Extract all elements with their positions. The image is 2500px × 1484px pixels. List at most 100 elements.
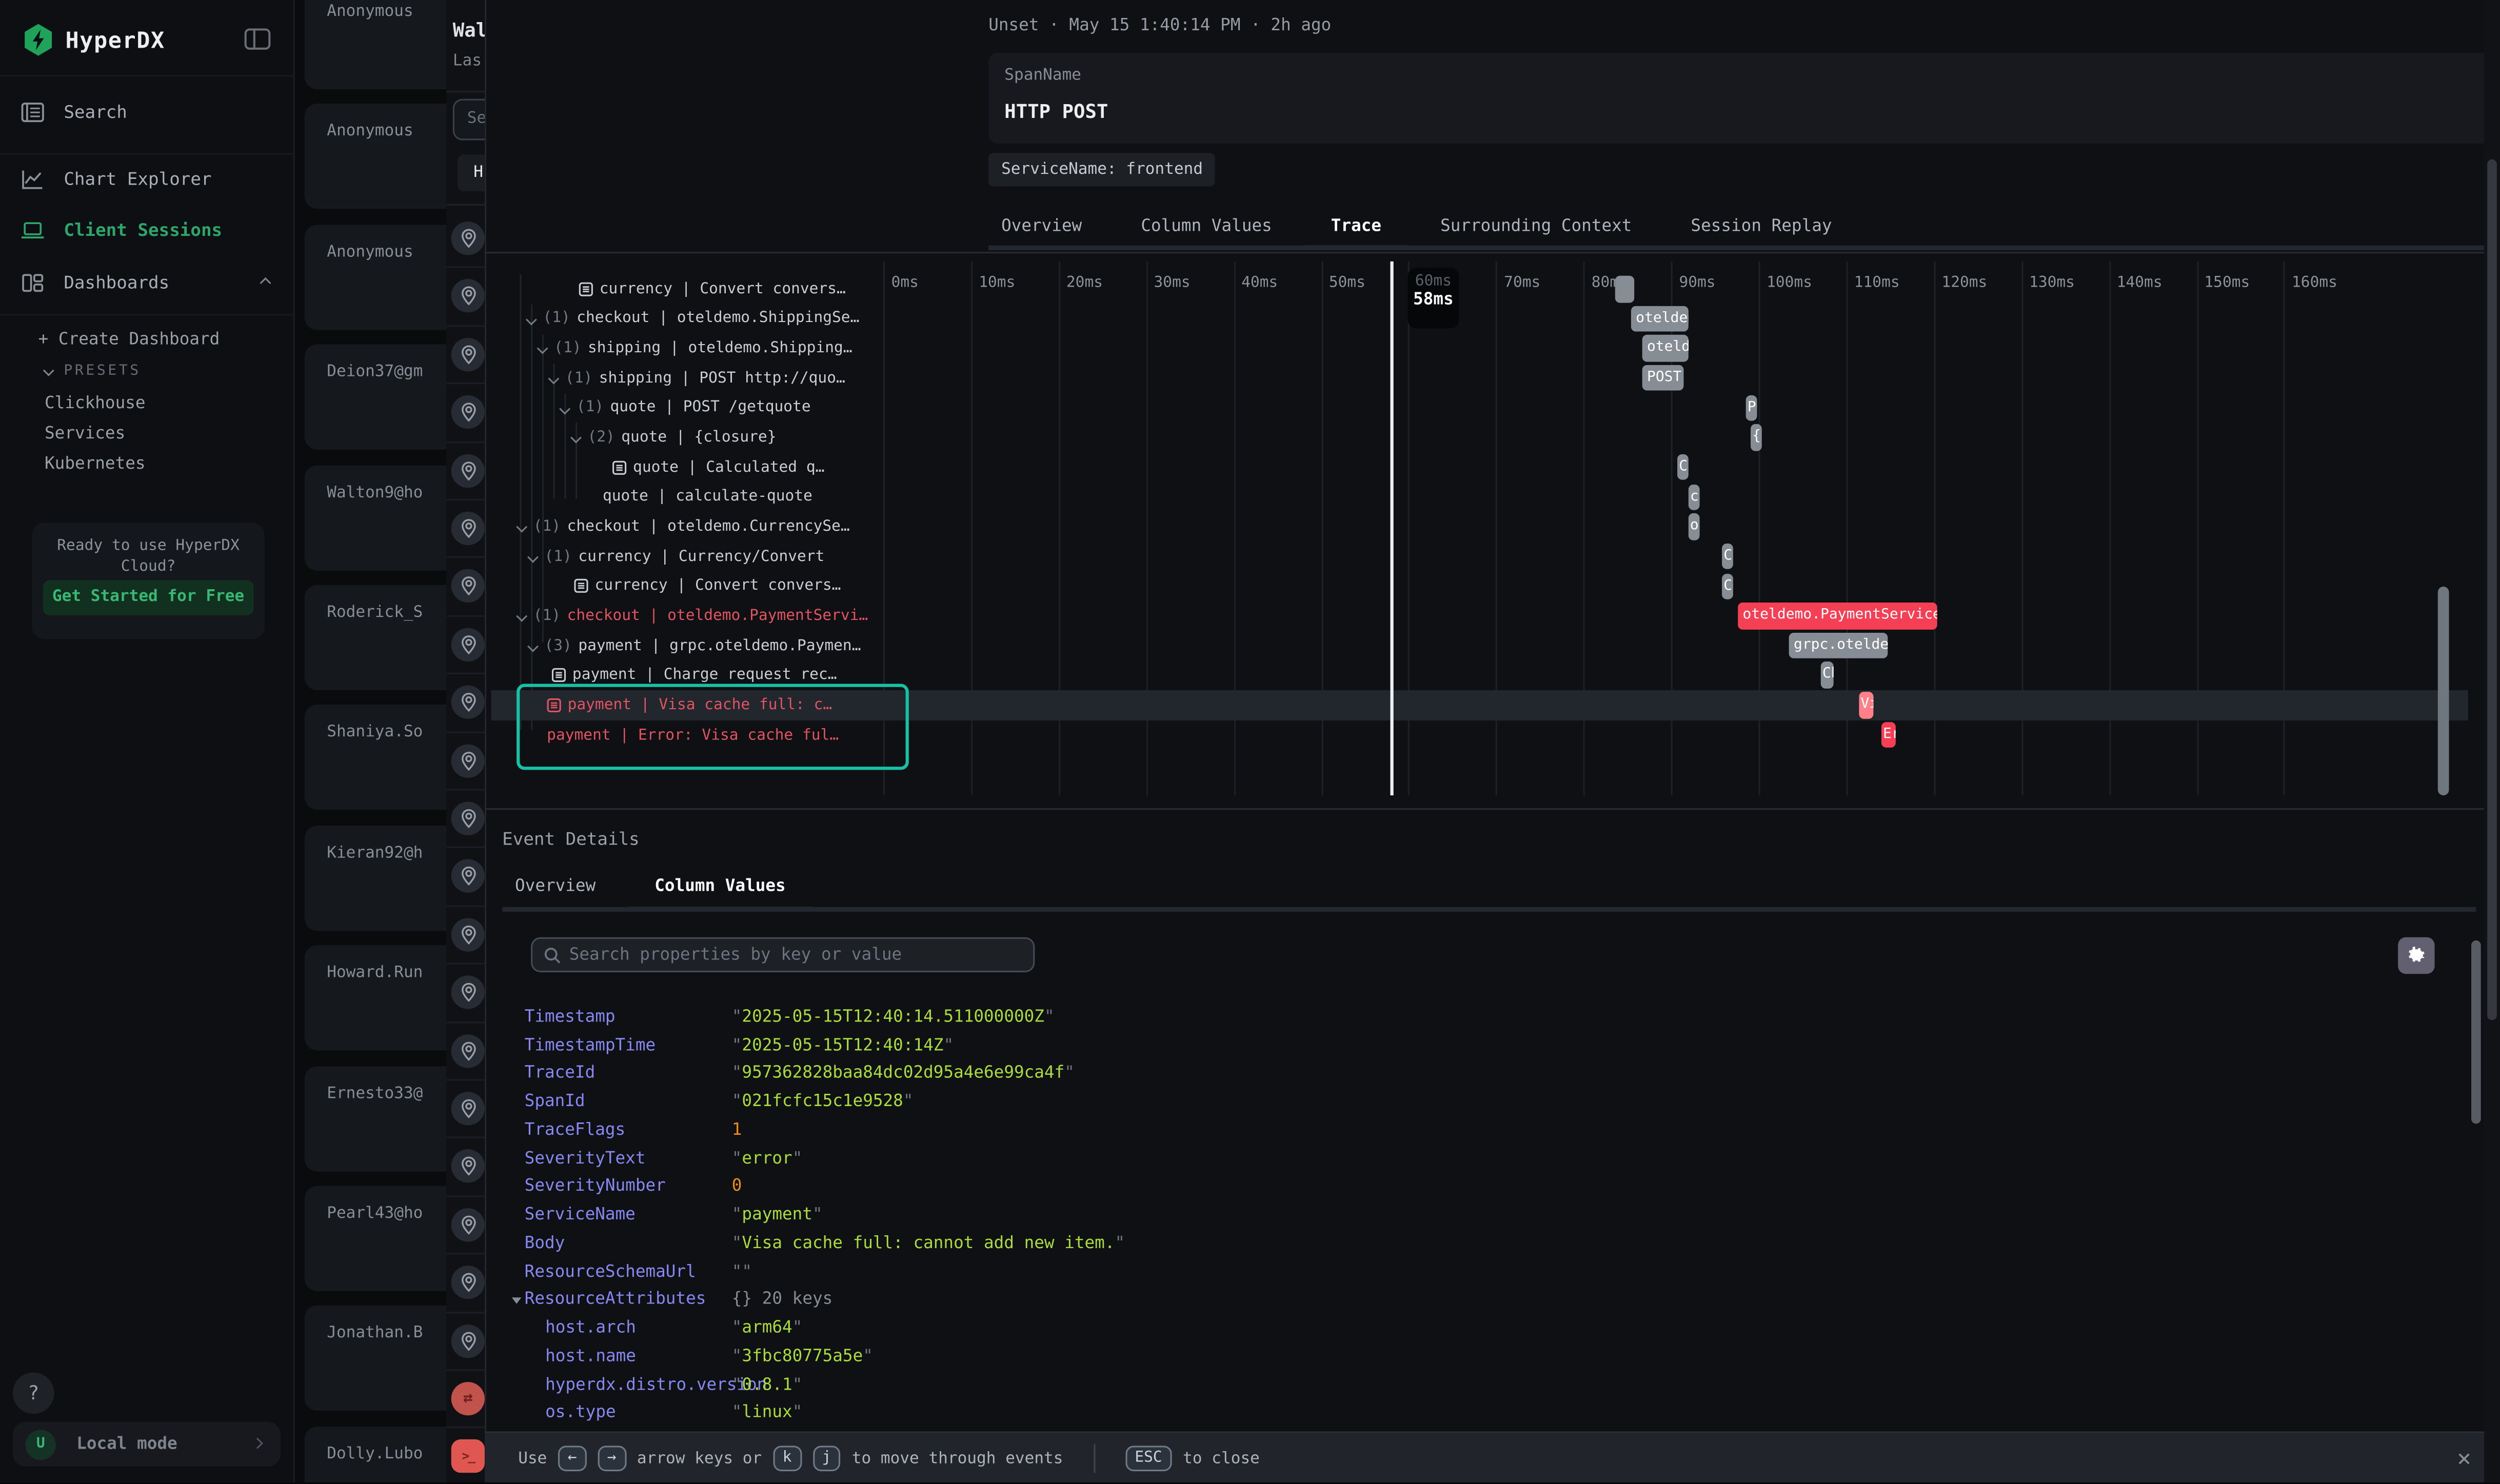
session-list-item[interactable]: Shaniya.So [305,705,447,810]
span-duration-bar[interactable]: POST /getquote [1746,395,1757,421]
location-pin-icon[interactable] [451,802,485,835]
tab-surrounding-context[interactable]: Surrounding Context [1440,201,1632,250]
keycap-j[interactable]: j [812,1446,841,1471]
properties-scrollbar[interactable] [2471,940,2481,1124]
event-row[interactable] [446,500,485,558]
collapse-sidebar-icon[interactable] [244,26,271,53]
tab-overview[interactable]: Overview [1001,201,1082,250]
location-pin-icon[interactable] [451,686,485,719]
sidebar-preset-clickhouse[interactable]: Clickhouse [45,394,146,413]
terminal-icon[interactable]: >_ [451,1440,485,1473]
help-button[interactable]: ? [13,1372,54,1414]
event-row[interactable]: ⇄ [446,1371,485,1429]
location-pin-icon[interactable] [451,628,485,661]
location-pin-icon[interactable] [451,918,485,951]
page-scrollbar-thumb[interactable] [2487,159,2497,1020]
event-row[interactable] [446,1255,485,1313]
create-dashboard-link[interactable]: + Create Dashboard [38,330,220,349]
trace-span-row[interactable]: (1)checkout | oteldemo.CurrencySe… [502,512,904,542]
session-list-item[interactable]: Ernesto33@ [305,1066,447,1171]
location-pin-icon[interactable] [451,976,485,1009]
event-row[interactable] [446,616,485,674]
tab-overview[interactable]: Overview [515,861,596,912]
trace-span-row[interactable]: (1)shipping | oteldemo.Shipping… [502,334,904,364]
trace-span-row[interactable]: currency | Convert convers… [502,571,904,601]
event-row[interactable] [446,1197,485,1255]
location-pin-icon[interactable] [451,860,485,893]
span-duration-bar[interactable]: {closure} [1751,425,1762,451]
trace-span-row[interactable]: currency | Convert convers… [502,274,904,304]
span-duration-bar[interactable]: grpc.oteldemo. [1789,632,1888,658]
property-row[interactable]: ResourceSchemaUrl"" [502,1257,2463,1286]
location-pin-icon[interactable] [451,570,485,603]
property-row[interactable]: host.name"3fbc80775a5e" [502,1342,2463,1370]
tab-trace[interactable]: Trace [1331,201,1381,250]
session-list-item[interactable]: Dolly.Lubo [305,1426,447,1482]
location-pin-icon[interactable] [451,1150,485,1183]
property-row[interactable]: ResourceAttributes{} 20 keys [502,1286,2463,1314]
span-duration-bar[interactable]: oteldemo.C [1689,513,1700,539]
tab-column-values[interactable]: Column Values [1141,201,1272,250]
trace-span-row[interactable]: quote | Calculated q… [502,452,904,482]
session-list-item[interactable]: Anonymous [305,0,447,89]
session-list-item[interactable]: Roderick_S [305,585,447,690]
sidebar-preset-kubernetes[interactable]: Kubernetes [45,454,146,473]
sidebar-item-chart-explorer[interactable]: Chart Explorer [0,156,295,201]
property-row[interactable]: SeverityNumber0 [502,1172,2463,1200]
span-duration-bar[interactable]: Visa [1859,692,1873,718]
local-mode-bar[interactable]: U Local mode [13,1422,281,1467]
location-pin-icon[interactable] [451,222,485,255]
event-row[interactable] [446,791,485,849]
property-row[interactable]: host.arch"arm64" [502,1314,2463,1342]
location-pin-icon[interactable] [451,1266,485,1299]
get-started-button[interactable]: Get Started for Free [43,580,253,615]
sidebar-preset-services[interactable]: Services [45,424,125,443]
span-duration-bar[interactable]: Currency/Convert [1722,543,1733,569]
event-row[interactable] [446,849,485,907]
location-pin-icon[interactable] [451,279,485,313]
trace-span-row[interactable]: (1)currency | Currency/Convert [502,542,904,571]
property-row[interactable]: SeverityText"error" [502,1144,2463,1172]
keycap-ESC[interactable]: ESC [1125,1446,1172,1471]
event-row[interactable]: >_ [446,1429,485,1482]
trace-span-row[interactable]: (1)checkout | oteldemo.PaymentServi… [502,601,904,631]
location-pin-icon[interactable] [451,744,485,777]
session-list-item[interactable]: Walton9@ho [305,465,447,570]
events-filter-button[interactable]: H [458,155,485,191]
session-list-item[interactable]: Howard.Run [305,946,447,1051]
trace-span-row[interactable]: (3)payment | grpc.oteldemo.Paymen… [502,631,904,660]
location-pin-icon[interactable] [451,1034,485,1067]
gear-icon[interactable] [2398,937,2434,974]
trace-span-row[interactable]: (1)shipping | POST http://quo… [502,364,904,393]
location-pin-icon[interactable] [451,512,485,545]
waterfall-scrollbar-thumb[interactable] [2438,587,2449,795]
trace-span-row[interactable]: (1)quote | POST /getquote [502,393,904,423]
sidebar-item-client-sessions[interactable]: Client Sessions [0,207,295,252]
property-row[interactable]: TraceId"957362828baa84dc02d95a4e6e99ca4f… [502,1059,2463,1088]
property-row[interactable]: hyperdx.distro.version"0.8.1" [502,1370,2463,1398]
trace-span-row[interactable]: (2)quote | {closure} [502,423,904,453]
event-row[interactable] [446,1313,485,1371]
event-row[interactable] [446,907,485,965]
sidebar-item-search[interactable]: Search [0,89,295,134]
property-row[interactable]: ServiceName"payment" [502,1200,2463,1229]
span-duration-bar[interactable]: Error: [1881,721,1896,748]
event-row[interactable] [446,558,485,616]
span-duration-bar[interactable] [1615,276,1634,302]
span-duration-bar[interactable]: oteldemo. [1631,306,1689,332]
keycap-→[interactable]: → [598,1446,626,1471]
span-duration-bar[interactable]: oteldemo.S [1642,335,1689,362]
span-duration-bar[interactable]: Convert [1722,573,1733,599]
event-row[interactable] [446,674,485,732]
property-row[interactable]: SpanId"021fcfc15c1e9528" [502,1088,2463,1116]
location-pin-icon[interactable] [451,337,485,371]
session-list-item[interactable]: Deion37@gm [305,345,447,450]
event-row[interactable] [446,443,485,500]
session-list-item[interactable]: Jonathan.B [305,1306,447,1411]
event-row[interactable] [446,1022,485,1080]
event-row[interactable] [446,1139,485,1197]
event-row[interactable] [446,210,485,268]
event-row[interactable] [446,965,485,1022]
span-duration-bar[interactable]: POST ht [1642,365,1684,391]
sidebar-item-dashboards[interactable]: Dashboards [0,260,295,305]
